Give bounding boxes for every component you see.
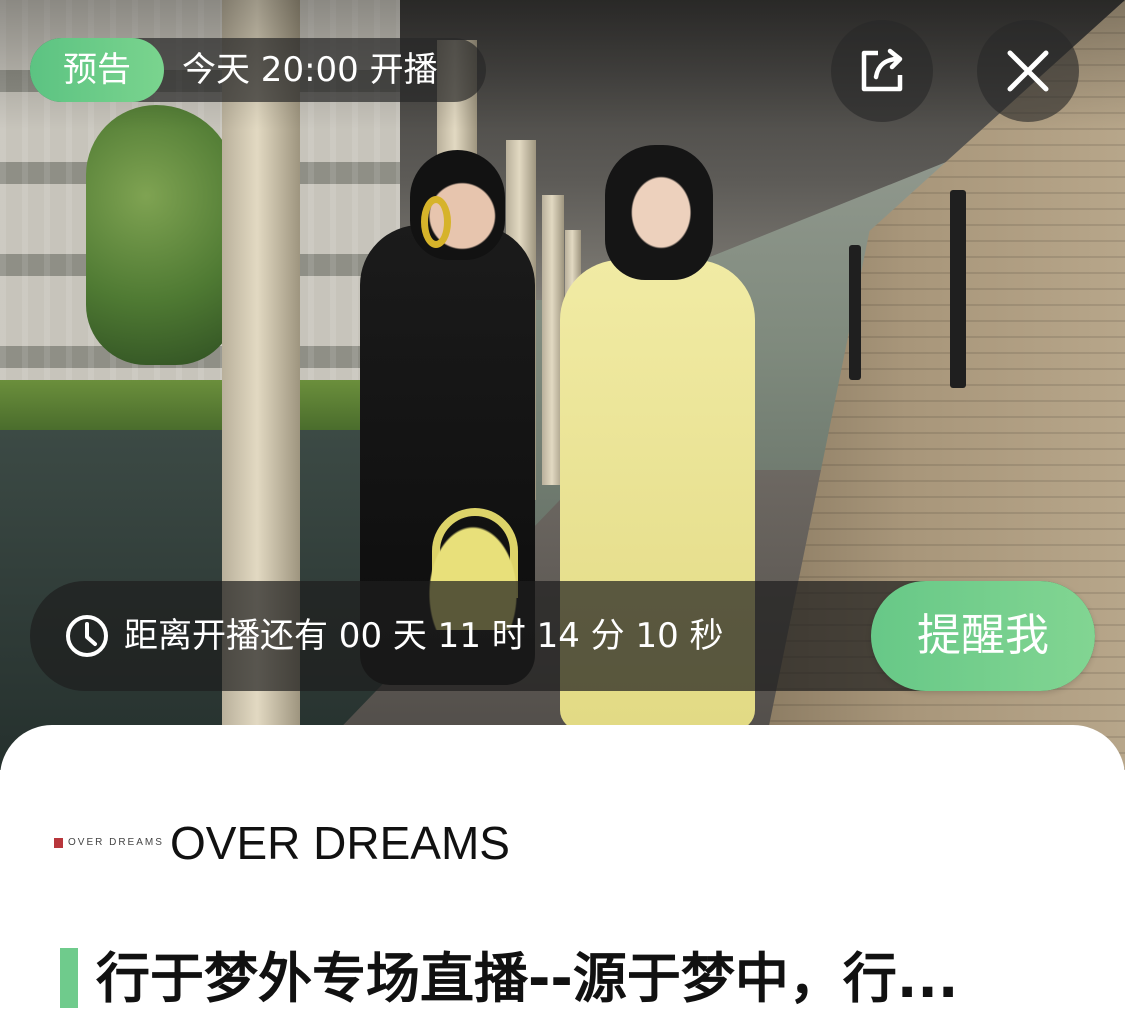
logo-mark bbox=[54, 838, 63, 848]
remind-me-button[interactable]: 提醒我 bbox=[871, 581, 1095, 691]
background-tree bbox=[86, 105, 236, 365]
preview-badge: 预告 bbox=[30, 38, 164, 102]
earring bbox=[421, 196, 451, 248]
clock-icon bbox=[66, 615, 108, 657]
share-icon bbox=[861, 48, 903, 92]
wall-lamp bbox=[849, 245, 861, 380]
start-time-label: 今天 20:00 开播 bbox=[182, 50, 438, 90]
wall-lamp bbox=[950, 190, 966, 388]
brand-logo-text: OVER DREAMS bbox=[68, 837, 164, 848]
share-button[interactable] bbox=[831, 20, 933, 122]
brand-logo[interactable]: OVER DREAMS bbox=[54, 836, 162, 850]
model-head bbox=[605, 145, 713, 280]
close-button[interactable] bbox=[977, 20, 1079, 122]
title-marker bbox=[60, 948, 78, 1008]
brand-name[interactable]: OVER DREAMS bbox=[170, 814, 510, 872]
live-title: 行于梦外专场直播--源于梦中，行... bbox=[96, 947, 959, 1010]
close-icon bbox=[1007, 50, 1049, 92]
countdown-text: 距离开播还有 00 天 11 时 14 分 10 秒 bbox=[124, 616, 724, 656]
